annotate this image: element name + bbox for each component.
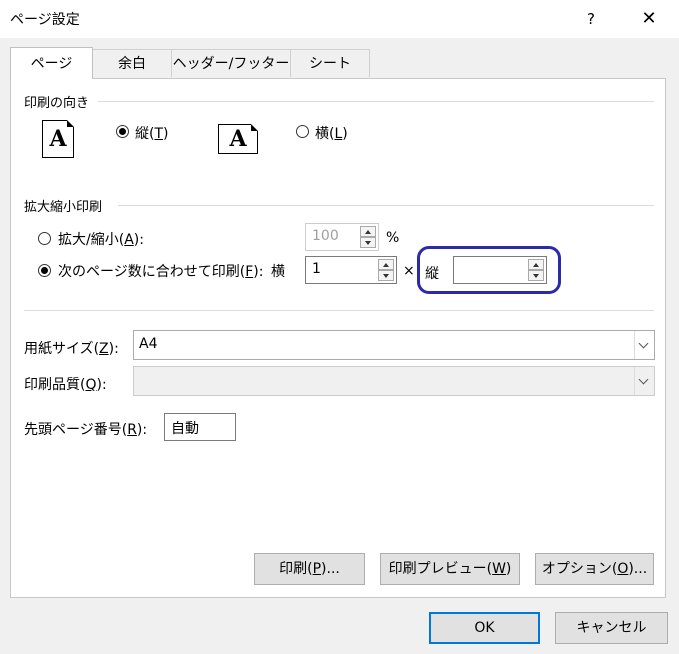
print-quality-label: 印刷品質(Q): xyxy=(24,377,107,393)
dialog-title: ページ設定 xyxy=(10,12,80,28)
adjust-to-label[interactable]: 拡大/縮小(A): xyxy=(58,229,144,249)
tab-sheet[interactable]: シート xyxy=(290,49,370,77)
percent-unit: % xyxy=(386,230,400,246)
landscape-page-icon: A xyxy=(218,124,258,154)
help-button[interactable]: ? xyxy=(576,0,606,38)
landscape-radio[interactable] xyxy=(296,125,309,138)
portrait-label[interactable]: 縦(T) xyxy=(135,123,169,143)
pages-wide-spinner[interactable]: 1 xyxy=(305,256,397,284)
times-symbol: × xyxy=(403,263,415,279)
print-preview-button[interactable]: 印刷プレビュー(W) xyxy=(380,553,520,585)
pages-wide-label: 横 xyxy=(271,264,285,280)
tab-margins[interactable]: 余白 xyxy=(92,49,172,77)
spin-up-button[interactable] xyxy=(378,259,394,270)
adjust-to-radio[interactable] xyxy=(38,232,51,245)
fit-to-radio[interactable] xyxy=(38,264,51,277)
paper-size-select[interactable]: A4 xyxy=(133,330,655,360)
chevron-down-icon[interactable] xyxy=(634,331,654,359)
pages-tall-spinner[interactable] xyxy=(453,256,547,284)
spin-down-button[interactable] xyxy=(378,270,394,281)
chevron-down-icon[interactable] xyxy=(634,367,654,395)
spin-down-button[interactable] xyxy=(360,237,376,248)
title-bar: ページ設定 ? ✕ xyxy=(0,0,679,38)
close-button[interactable]: ✕ xyxy=(630,0,668,38)
fit-to-label[interactable]: 次のページ数に合わせて印刷(F): xyxy=(58,261,263,281)
section-divider xyxy=(24,310,654,311)
paper-size-label: 用紙サイズ(Z): xyxy=(24,341,119,357)
section-divider xyxy=(98,101,654,102)
portrait-radio[interactable] xyxy=(116,125,129,138)
first-page-number-label: 先頭ページ番号(R): xyxy=(24,422,148,438)
spin-up-button[interactable] xyxy=(360,226,376,237)
orientation-section-label: 印刷の向き xyxy=(24,96,90,111)
print-button[interactable]: 印刷(P)... xyxy=(254,553,365,585)
section-divider xyxy=(118,205,654,206)
landscape-label[interactable]: 横(L) xyxy=(315,123,348,143)
spin-up-button[interactable] xyxy=(528,259,544,270)
tab-header-footer[interactable]: ヘッダー/フッター xyxy=(171,49,291,77)
cancel-button[interactable]: キャンセル xyxy=(555,612,668,644)
adjust-percent-spinner[interactable]: 100 xyxy=(305,223,379,251)
pages-tall-label: 縦 xyxy=(425,266,439,282)
spin-down-button[interactable] xyxy=(528,270,544,281)
portrait-page-icon: A xyxy=(42,120,74,158)
ok-button[interactable]: OK xyxy=(429,612,540,644)
tab-page[interactable]: ページ xyxy=(10,47,93,79)
first-page-number-input[interactable]: 自動 xyxy=(164,413,236,441)
print-quality-select[interactable] xyxy=(133,366,655,396)
scaling-section-label: 拡大縮小印刷 xyxy=(24,200,103,215)
options-button[interactable]: オプション(O)... xyxy=(535,553,654,585)
